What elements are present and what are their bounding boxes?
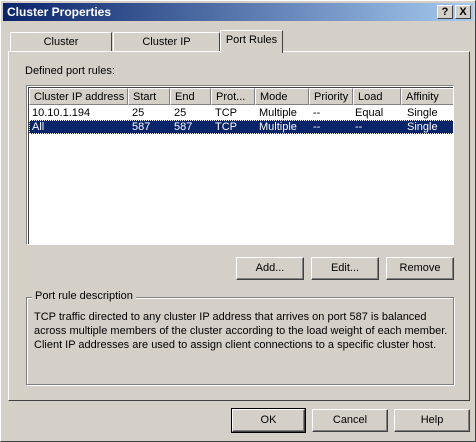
column-header-load[interactable]: Load [353, 88, 401, 105]
cell-load: -- [355, 121, 363, 133]
tab-cluster-parameters[interactable]: Cluster Parameters [10, 32, 112, 66]
ok-button[interactable]: OK [231, 408, 306, 433]
cell-end: 587 [174, 121, 193, 133]
cell-end: 25 [174, 107, 187, 119]
remove-rule-button[interactable]: Remove [386, 257, 454, 280]
column-header-start[interactable]: Start [128, 88, 170, 105]
tab-port-rules[interactable]: Port Rules [220, 30, 283, 53]
add-rule-button[interactable]: Add... [236, 257, 304, 280]
help-title-button[interactable]: ? [437, 5, 453, 19]
column-header-cluster-ip[interactable]: Cluster IP address [29, 88, 128, 105]
cell-priority: -- [313, 121, 321, 133]
cell-affinity: Single [407, 107, 438, 119]
defined-port-rules-label: Defined port rules: [25, 65, 115, 77]
edit-rule-button[interactable]: Edit... [311, 257, 379, 280]
cancel-button[interactable]: Cancel [312, 409, 388, 432]
cell-start: 25 [132, 107, 145, 119]
cell-protocol: TCP [215, 107, 237, 119]
column-header-mode[interactable]: Mode [255, 88, 309, 105]
description-text: TCP traffic directed to any cluster IP a… [34, 311, 448, 351]
table-row-selected[interactable]: All 587 587 TCP Multiple -- -- Single [29, 120, 453, 134]
table-row[interactable]: 10.10.1.194 25 25 TCP Multiple -- Equal … [29, 106, 453, 120]
cell-ip: All [32, 121, 45, 133]
port-rules-list[interactable]: Cluster IP address Start End Prot... Mod… [26, 85, 454, 245]
cell-mode: Multiple [259, 107, 297, 119]
port-rule-description-group: Port rule description TCP traffic direct… [26, 290, 454, 385]
description-group-title: Port rule description [32, 290, 136, 302]
cell-start: 587 [132, 121, 151, 133]
tab-cluster-ip-addresses[interactable]: Cluster IP Addresses [113, 32, 220, 66]
title-bar[interactable]: Cluster Properties ? X [3, 3, 473, 21]
window-title: Cluster Properties [7, 5, 112, 19]
cell-priority: -- [313, 107, 321, 119]
column-header-end[interactable]: End [170, 88, 211, 105]
column-header-affinity[interactable]: Affinity [401, 88, 453, 105]
cell-protocol: TCP [215, 121, 237, 133]
cell-load: Equal [355, 107, 384, 119]
cluster-properties-dialog: Cluster Properties ? X Cluster Parameter… [0, 0, 476, 442]
column-header-priority[interactable]: Priority [309, 88, 353, 105]
close-icon[interactable]: X [455, 5, 471, 19]
cell-mode: Multiple [259, 121, 297, 133]
cell-ip: 10.10.1.194 [32, 107, 91, 119]
help-button[interactable]: Help [394, 409, 470, 432]
cell-affinity: Single [407, 121, 438, 133]
column-header-protocol[interactable]: Prot... [211, 88, 255, 105]
